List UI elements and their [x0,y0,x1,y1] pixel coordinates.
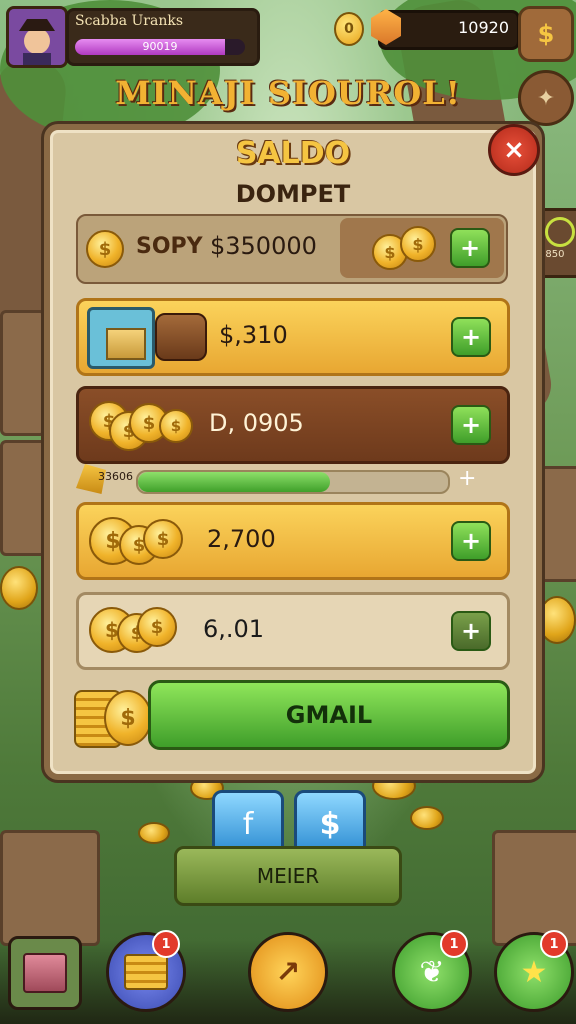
progress-add-icon[interactable]: + [458,466,476,491]
coin-pile [410,806,444,830]
chest-balance-amount: $,310 [219,321,288,349]
progress-row: 33606 + [76,464,476,494]
balance-label: SOPY [136,234,203,259]
gold-balance-amount: 2,700 [207,525,276,553]
coin-icon: $ [104,690,152,746]
crate-left [0,440,48,556]
crate-bottom-left [0,830,100,946]
side-event-label: 3850 [539,249,565,260]
notification-badge: 1 [440,930,468,958]
page-title: MINAJI SIOUROL! [115,74,461,112]
gold-bar-icon [106,328,146,360]
player-info-panel: Scabba Uranks 90019 [66,8,260,66]
balance-row-chest: $,310 + [76,298,510,376]
player-avatar[interactable] [6,6,68,68]
close-button[interactable]: × [488,124,540,176]
crate-bottom-right [492,830,576,946]
add-coin-balance-button[interactable]: + [451,405,491,445]
coin-pile [538,596,576,644]
coin-icon: $ [400,226,436,262]
progress-bar [136,470,450,494]
add-chest-balance-button[interactable]: + [451,317,491,357]
coin-icon: $ [143,519,183,559]
panel-subtitle: DOMPET [235,180,351,208]
coin-currency-icon[interactable]: 0 [334,12,364,46]
balance-row-coins: $ $ $ $ D, 0905 + [76,386,510,464]
arrow-icon: ↗ [275,954,301,990]
add-gold-balance-button[interactable]: + [451,521,491,561]
gmail-button[interactable]: GMAIL [148,680,510,750]
add-main-balance-button[interactable]: + [450,228,490,268]
avatar-portrait-icon [9,9,65,65]
balance-row-silver: $ $ $ 6,.01 + [76,592,510,670]
inventory-box-icon [23,953,67,993]
gem-count: 10920 [458,18,509,37]
coin-pile [138,822,170,844]
coin-pile [0,566,38,610]
coin-icon: $ [159,409,193,443]
money-stack-icon [124,954,168,990]
leaf-icon: ❦ [419,954,445,990]
balance-row-gold: $ $ $ 2,700 + [76,502,510,580]
xp-value: 90019 [142,40,178,53]
shop-button[interactable]: $ [518,6,574,62]
meier-button[interactable]: MEIER [174,846,402,906]
target-icon [545,217,575,247]
coin-icon: $ [86,230,124,268]
crate-left [0,310,46,436]
progress-value: 33606 [98,470,133,483]
notification-badge: 1 [540,930,568,958]
star-icon: ★ [520,954,548,990]
player-name: Scabba Uranks [75,13,184,29]
balance-row-main: $ SOPY $350000 $ $ + [76,214,508,284]
coin-icon: $ [137,607,177,647]
nav-play-button[interactable]: ↗ [248,932,328,1012]
xp-bar: 90019 [75,39,245,55]
box-icon [87,307,155,369]
gem-counter[interactable]: 10920 [371,9,520,50]
add-silver-balance-button[interactable]: + [451,611,491,651]
progress-bar-fill [138,472,331,492]
balance-amount: $350000 [210,232,317,260]
wallet-panel: SALDO DOMPET $ SOPY $350000 $ $ + $,310 … [44,124,542,780]
silver-balance-amount: 6,.01 [203,615,265,643]
panel-title: SALDO [235,136,351,171]
notification-badge: 1 [152,930,180,958]
nav-inventory-button[interactable] [8,936,82,1010]
treasure-chest-icon [155,313,207,361]
coin-balance-amount: D, 0905 [209,409,304,437]
